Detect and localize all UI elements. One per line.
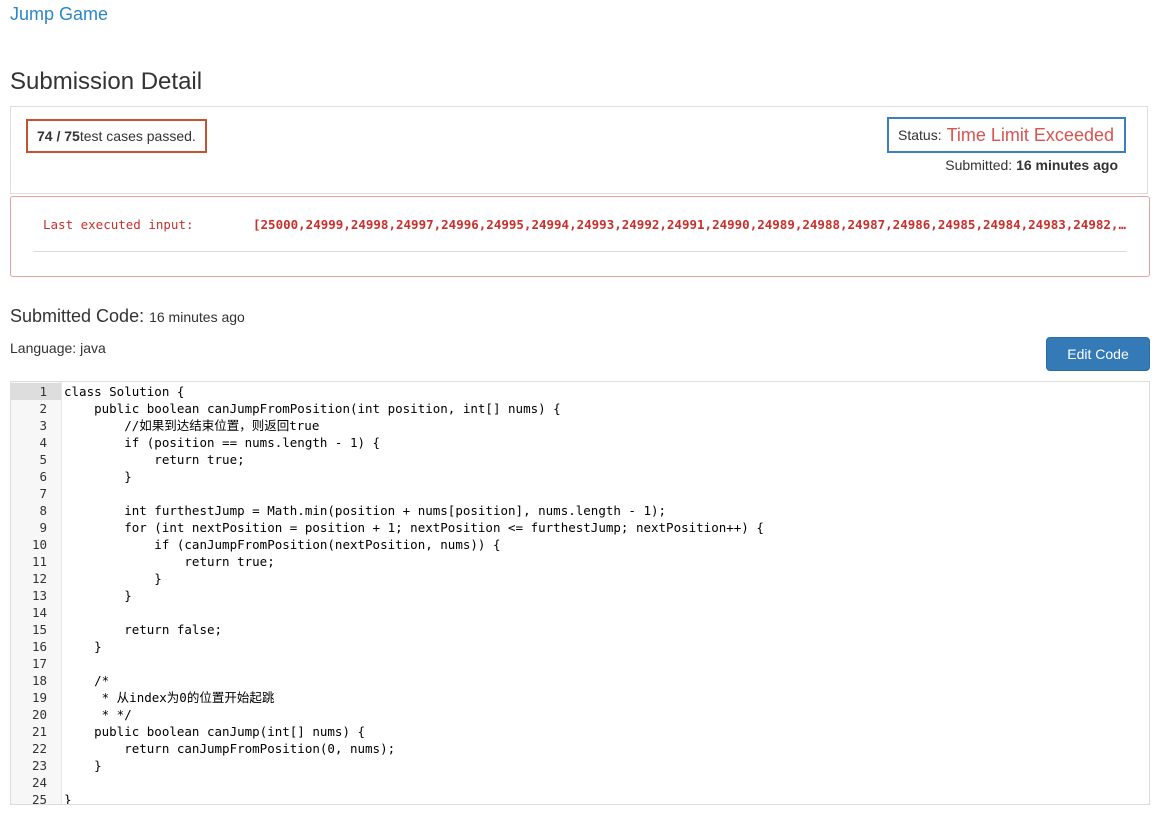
code-text: /* bbox=[64, 673, 110, 688]
passed-count: 74 / 75 bbox=[37, 128, 80, 144]
line-number: 14 bbox=[31, 605, 47, 620]
code-text: } bbox=[64, 639, 102, 654]
problem-title-link[interactable]: Jump Game bbox=[10, 4, 108, 25]
line-number: 15 bbox=[31, 622, 47, 637]
last-input-panel: Last executed input: [25000,24999,24998,… bbox=[10, 196, 1150, 277]
line-number: 5 bbox=[39, 452, 47, 467]
code-text: } bbox=[64, 588, 132, 603]
line-number: 9 bbox=[39, 520, 47, 535]
line-number: 3 bbox=[39, 418, 47, 433]
code-text: return true; bbox=[64, 452, 245, 467]
code-line: 3 //如果到达结束位置，则返回true bbox=[11, 417, 1149, 434]
line-number: 6 bbox=[39, 469, 47, 484]
code-editor[interactable]: 1 class Solution {2 public boolean canJum… bbox=[10, 381, 1150, 805]
line-number: 16 bbox=[31, 639, 47, 654]
line-number: 10 bbox=[31, 537, 47, 552]
code-text: for (int nextPosition = position + 1; ne… bbox=[64, 520, 764, 535]
code-line: 7 bbox=[11, 485, 1149, 502]
status-label: Status: bbox=[898, 127, 942, 143]
last-input-row: Last executed input: [25000,24999,24998,… bbox=[33, 197, 1127, 252]
code-line: 5 return true; bbox=[11, 451, 1149, 468]
language-value: java bbox=[80, 340, 106, 356]
code-text: } bbox=[64, 469, 132, 484]
code-line: 13 } bbox=[11, 587, 1149, 604]
submitted-code-label: Submitted Code: bbox=[10, 306, 145, 326]
line-number: 2 bbox=[39, 401, 47, 416]
code-line: 10 if (canJumpFromPosition(nextPosition,… bbox=[11, 536, 1149, 553]
submitted-label: Submitted: bbox=[945, 157, 1013, 173]
code-line: 18 /* bbox=[11, 672, 1149, 689]
language-line: Language: java bbox=[10, 340, 106, 356]
edit-code-button[interactable]: Edit Code bbox=[1046, 337, 1150, 371]
code-text: if (position == nums.length - 1) { bbox=[64, 435, 381, 450]
submitted-code-heading: Submitted Code: 16 minutes ago bbox=[10, 306, 245, 327]
code-text: } bbox=[64, 792, 72, 805]
last-input-value: [25000,24999,24998,24997,24996,24995,249… bbox=[253, 216, 1127, 232]
code-line: 25} bbox=[11, 791, 1149, 805]
line-number: 11 bbox=[31, 554, 47, 569]
code-text: public boolean canJumpFromPosition(int p… bbox=[64, 401, 561, 416]
code-text: * 从index为0的位置开始起跳 bbox=[64, 690, 275, 705]
code-line: 4 if (position == nums.length - 1) { bbox=[11, 434, 1149, 451]
code-text: } bbox=[64, 758, 102, 773]
code-line: 17 bbox=[11, 655, 1149, 672]
code-line: 21 public boolean canJump(int[] nums) { bbox=[11, 723, 1149, 740]
code-text: //如果到达结束位置，则返回true bbox=[64, 418, 320, 433]
line-number: 19 bbox=[31, 690, 47, 705]
submitted-value: 16 minutes ago bbox=[1016, 157, 1118, 173]
line-number: 13 bbox=[31, 588, 47, 603]
line-number: 4 bbox=[39, 435, 47, 450]
line-number: 22 bbox=[31, 741, 47, 756]
line-number: 20 bbox=[31, 707, 47, 722]
line-number: 18 bbox=[31, 673, 47, 688]
code-line: 6 } bbox=[11, 468, 1149, 485]
test-cases-summary: 74 / 75 test cases passed. bbox=[26, 119, 207, 153]
code-line: 12 } bbox=[11, 570, 1149, 587]
code-text: return false; bbox=[64, 622, 223, 637]
result-panel: 74 / 75 test cases passed. Status: Time … bbox=[10, 106, 1148, 194]
submitted-code-time: 16 minutes ago bbox=[149, 309, 245, 325]
code-line: 16 } bbox=[11, 638, 1149, 655]
code-line: 9 for (int nextPosition = position + 1; … bbox=[11, 519, 1149, 536]
code-text: return canJumpFromPosition(0, nums); bbox=[64, 741, 396, 756]
code-line: 11 return true; bbox=[11, 553, 1149, 570]
line-number: 8 bbox=[39, 503, 47, 518]
line-number: 21 bbox=[31, 724, 47, 739]
status-value: Time Limit Exceeded bbox=[946, 124, 1114, 145]
code-text: return true; bbox=[64, 554, 275, 569]
line-number: 25 bbox=[31, 792, 47, 805]
line-number: 17 bbox=[31, 656, 47, 671]
code-line: 23 } bbox=[11, 757, 1149, 774]
code-line: 14 bbox=[11, 604, 1149, 621]
code-line: 19 * 从index为0的位置开始起跳 bbox=[11, 689, 1149, 706]
code-line: 20 * */ bbox=[11, 706, 1149, 723]
line-number: 1 bbox=[11, 383, 61, 400]
code-line: 8 int furthestJump = Math.min(position +… bbox=[11, 502, 1149, 519]
line-number: 23 bbox=[31, 758, 47, 773]
code-line: 15 return false; bbox=[11, 621, 1149, 638]
code-text: if (canJumpFromPosition(nextPosition, nu… bbox=[64, 537, 501, 552]
code-text: class Solution { bbox=[64, 384, 185, 399]
code-line: 2 public boolean canJumpFromPosition(int… bbox=[11, 400, 1149, 417]
passed-suffix: test cases passed. bbox=[79, 128, 196, 144]
code-line: 22 return canJumpFromPosition(0, nums); bbox=[11, 740, 1149, 757]
line-number: 12 bbox=[31, 571, 47, 586]
code-text: public boolean canJump(int[] nums) { bbox=[64, 724, 366, 739]
last-input-label: Last executed input: bbox=[43, 216, 194, 232]
code-text: int furthestJump = Math.min(position + n… bbox=[64, 503, 667, 518]
code-text: * */ bbox=[64, 707, 132, 722]
status-box: Status: Time Limit Exceeded bbox=[887, 117, 1126, 153]
code-line: 1 class Solution { bbox=[11, 383, 1149, 400]
language-label: Language: bbox=[10, 340, 77, 356]
page-title: Submission Detail bbox=[10, 68, 203, 95]
code-text: } bbox=[64, 571, 162, 586]
submitted-time: Submitted: 16 minutes ago bbox=[945, 157, 1118, 173]
line-number: 24 bbox=[31, 775, 47, 790]
line-number: 7 bbox=[39, 486, 47, 501]
code-line: 24 bbox=[11, 774, 1149, 791]
